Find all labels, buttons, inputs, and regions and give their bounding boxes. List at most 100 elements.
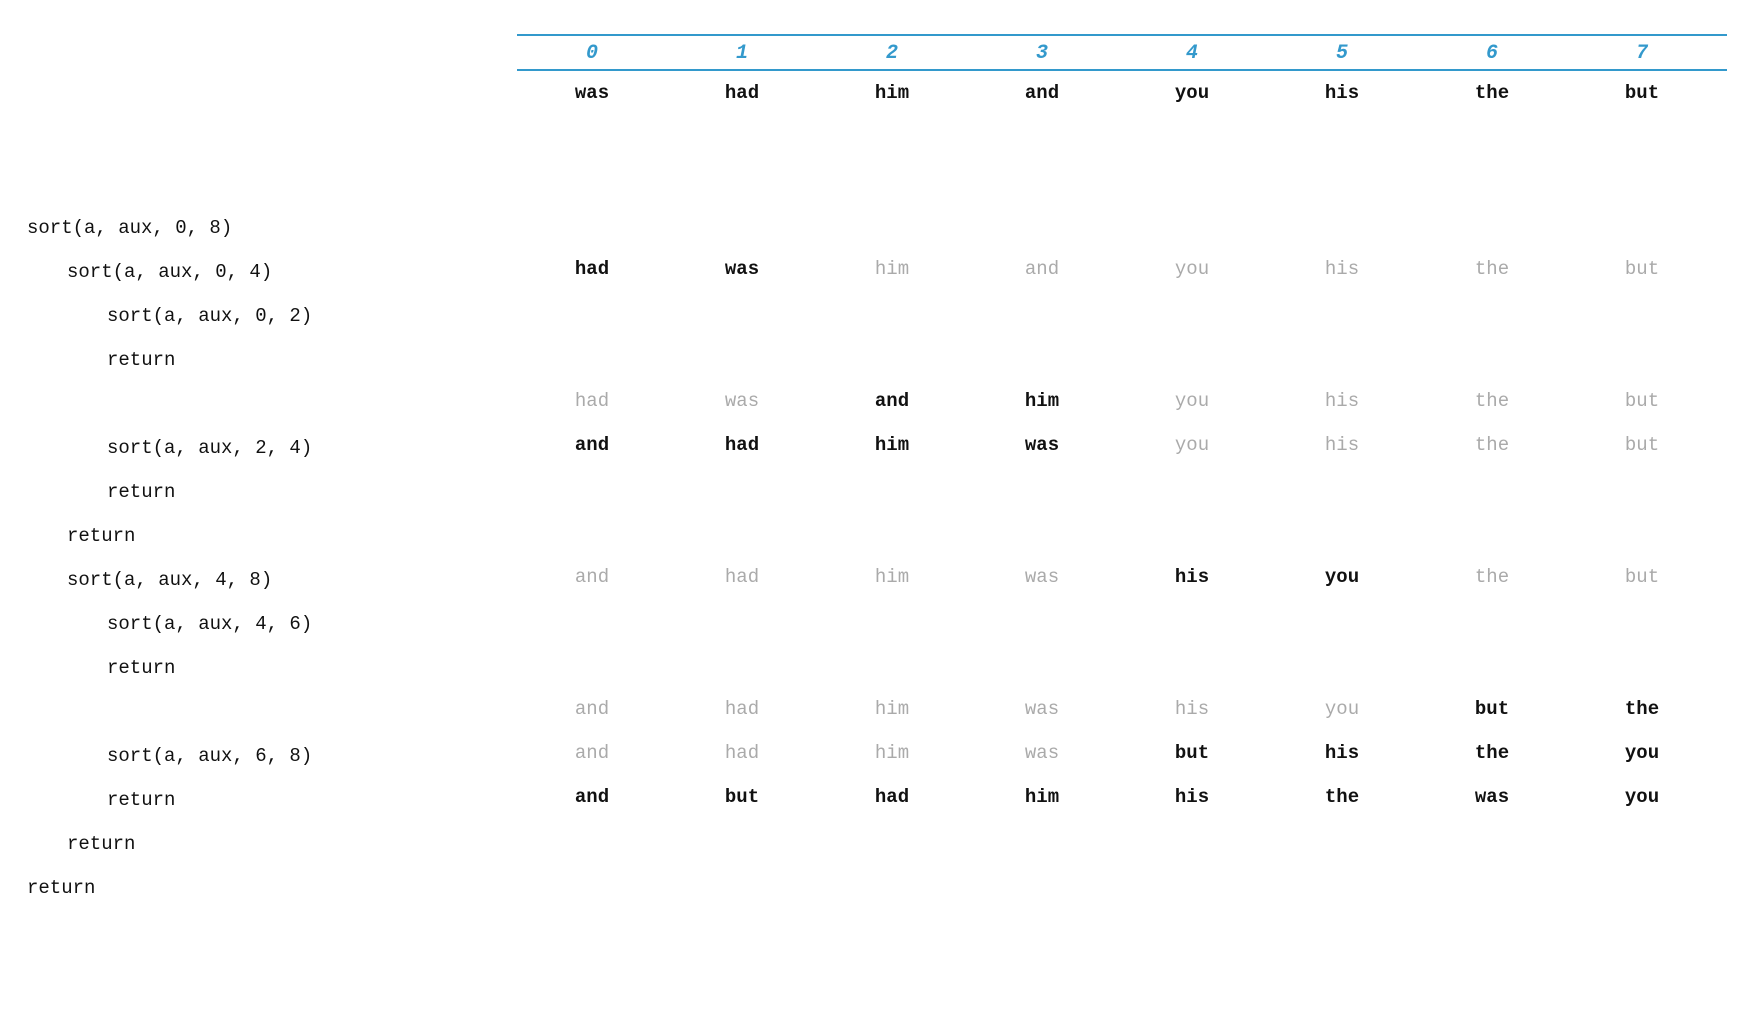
left-row-10: sort(a, aux, 4, 6): [27, 602, 517, 646]
cell-15-5: his: [1267, 742, 1417, 764]
cell-8-5: his: [1267, 434, 1417, 456]
data-row-1: [517, 115, 1727, 159]
cell-16-3: him: [967, 786, 1117, 808]
cell-14-1: had: [667, 698, 817, 720]
cell-11-4: his: [1117, 566, 1267, 588]
left-row-16: return: [27, 866, 517, 910]
cell-11-2: him: [817, 566, 967, 588]
cell-0-3: and: [967, 82, 1117, 104]
data-row-4: hadwashimandyouhisthebut: [517, 247, 1727, 291]
cell-15-1: had: [667, 742, 817, 764]
left-row-1: sort(a, aux, 0, 8): [27, 206, 517, 250]
cell-16-4: his: [1117, 786, 1267, 808]
cell-0-0: was: [517, 82, 667, 104]
cell-4-5: his: [1267, 258, 1417, 280]
cell-8-0: and: [517, 434, 667, 456]
cell-4-4: you: [1117, 258, 1267, 280]
data-row-3: [517, 203, 1727, 247]
cell-11-0: and: [517, 566, 667, 588]
index-cell-4: 4: [1117, 42, 1267, 65]
data-row-16: andbuthadhimhisthewasyou: [517, 775, 1727, 819]
data-row-9: [517, 467, 1727, 511]
data-row-2: [517, 159, 1727, 203]
index-cell-3: 3: [967, 42, 1117, 65]
cell-8-6: the: [1417, 434, 1567, 456]
cell-7-3: him: [967, 390, 1117, 412]
cell-14-4: his: [1117, 698, 1267, 720]
left-row-6: sort(a, aux, 2, 4): [27, 426, 517, 470]
data-row-5: [517, 291, 1727, 335]
left-row-4: return: [27, 338, 517, 382]
cell-0-5: his: [1267, 82, 1417, 104]
main-container: sort(a, aux, 0, 8)sort(a, aux, 0, 4)sort…: [27, 30, 1727, 910]
cell-16-2: had: [817, 786, 967, 808]
data-row-8: andhadhimwasyouhisthebut: [517, 423, 1727, 467]
left-row-14: return: [27, 778, 517, 822]
cell-11-7: but: [1567, 566, 1717, 588]
cell-7-5: his: [1267, 390, 1417, 412]
data-row-13: [517, 643, 1727, 687]
cell-8-2: him: [817, 434, 967, 456]
index-cell-0: 0: [517, 42, 667, 65]
cell-14-6: but: [1417, 698, 1567, 720]
cell-0-2: him: [817, 82, 967, 104]
cell-4-1: was: [667, 258, 817, 280]
cell-16-6: was: [1417, 786, 1567, 808]
array-header: 01234567: [517, 30, 1727, 71]
left-row-9: sort(a, aux, 4, 8): [27, 558, 517, 602]
cell-4-3: and: [967, 258, 1117, 280]
cell-16-7: you: [1567, 786, 1717, 808]
cell-8-4: you: [1117, 434, 1267, 456]
cell-0-1: had: [667, 82, 817, 104]
cell-7-4: you: [1117, 390, 1267, 412]
data-row-12: [517, 599, 1727, 643]
index-cell-7: 7: [1567, 42, 1717, 65]
data-row-11: andhadhimwashisyouthebut: [517, 555, 1727, 599]
left-row-11: return: [27, 646, 517, 690]
cell-8-3: was: [967, 434, 1117, 456]
data-row-6: [517, 335, 1727, 379]
cell-7-1: was: [667, 390, 817, 412]
cell-7-2: and: [817, 390, 967, 412]
cell-14-3: was: [967, 698, 1117, 720]
cell-14-5: you: [1267, 698, 1417, 720]
cell-0-7: but: [1567, 82, 1717, 104]
right-column: 01234567 washadhimandyouhisthebuthadwash…: [517, 30, 1727, 910]
data-row-15: andhadhimwasbuthistheyou: [517, 731, 1727, 775]
cell-15-7: you: [1567, 742, 1717, 764]
index-cell-2: 2: [817, 42, 967, 65]
cell-11-1: had: [667, 566, 817, 588]
left-row-5: [27, 382, 517, 426]
cell-11-5: you: [1267, 566, 1417, 588]
cell-15-6: the: [1417, 742, 1567, 764]
cell-4-6: the: [1417, 258, 1567, 280]
cell-4-0: had: [517, 258, 667, 280]
cell-0-6: the: [1417, 82, 1567, 104]
cell-14-7: the: [1567, 698, 1717, 720]
left-row-0: [27, 162, 517, 206]
cell-4-2: him: [817, 258, 967, 280]
cell-14-0: and: [517, 698, 667, 720]
cell-7-6: the: [1417, 390, 1567, 412]
data-row-14: andhadhimwashisyoubutthe: [517, 687, 1727, 731]
cell-15-2: him: [817, 742, 967, 764]
cell-16-1: but: [667, 786, 817, 808]
index-cell-1: 1: [667, 42, 817, 65]
left-row-13: sort(a, aux, 6, 8): [27, 734, 517, 778]
data-row-10: [517, 511, 1727, 555]
cell-7-0: had: [517, 390, 667, 412]
cell-11-6: the: [1417, 566, 1567, 588]
index-cell-6: 6: [1417, 42, 1567, 65]
data-row-0: washadhimandyouhisthebut: [517, 71, 1727, 115]
left-row-15: return: [27, 822, 517, 866]
index-cell-5: 5: [1267, 42, 1417, 65]
cell-8-1: had: [667, 434, 817, 456]
left-row-7: return: [27, 470, 517, 514]
left-row-8: return: [27, 514, 517, 558]
cell-15-0: and: [517, 742, 667, 764]
left-column: sort(a, aux, 0, 8)sort(a, aux, 0, 4)sort…: [27, 30, 517, 910]
cell-7-7: but: [1567, 390, 1717, 412]
cell-8-7: but: [1567, 434, 1717, 456]
cell-16-5: the: [1267, 786, 1417, 808]
cell-15-4: but: [1117, 742, 1267, 764]
